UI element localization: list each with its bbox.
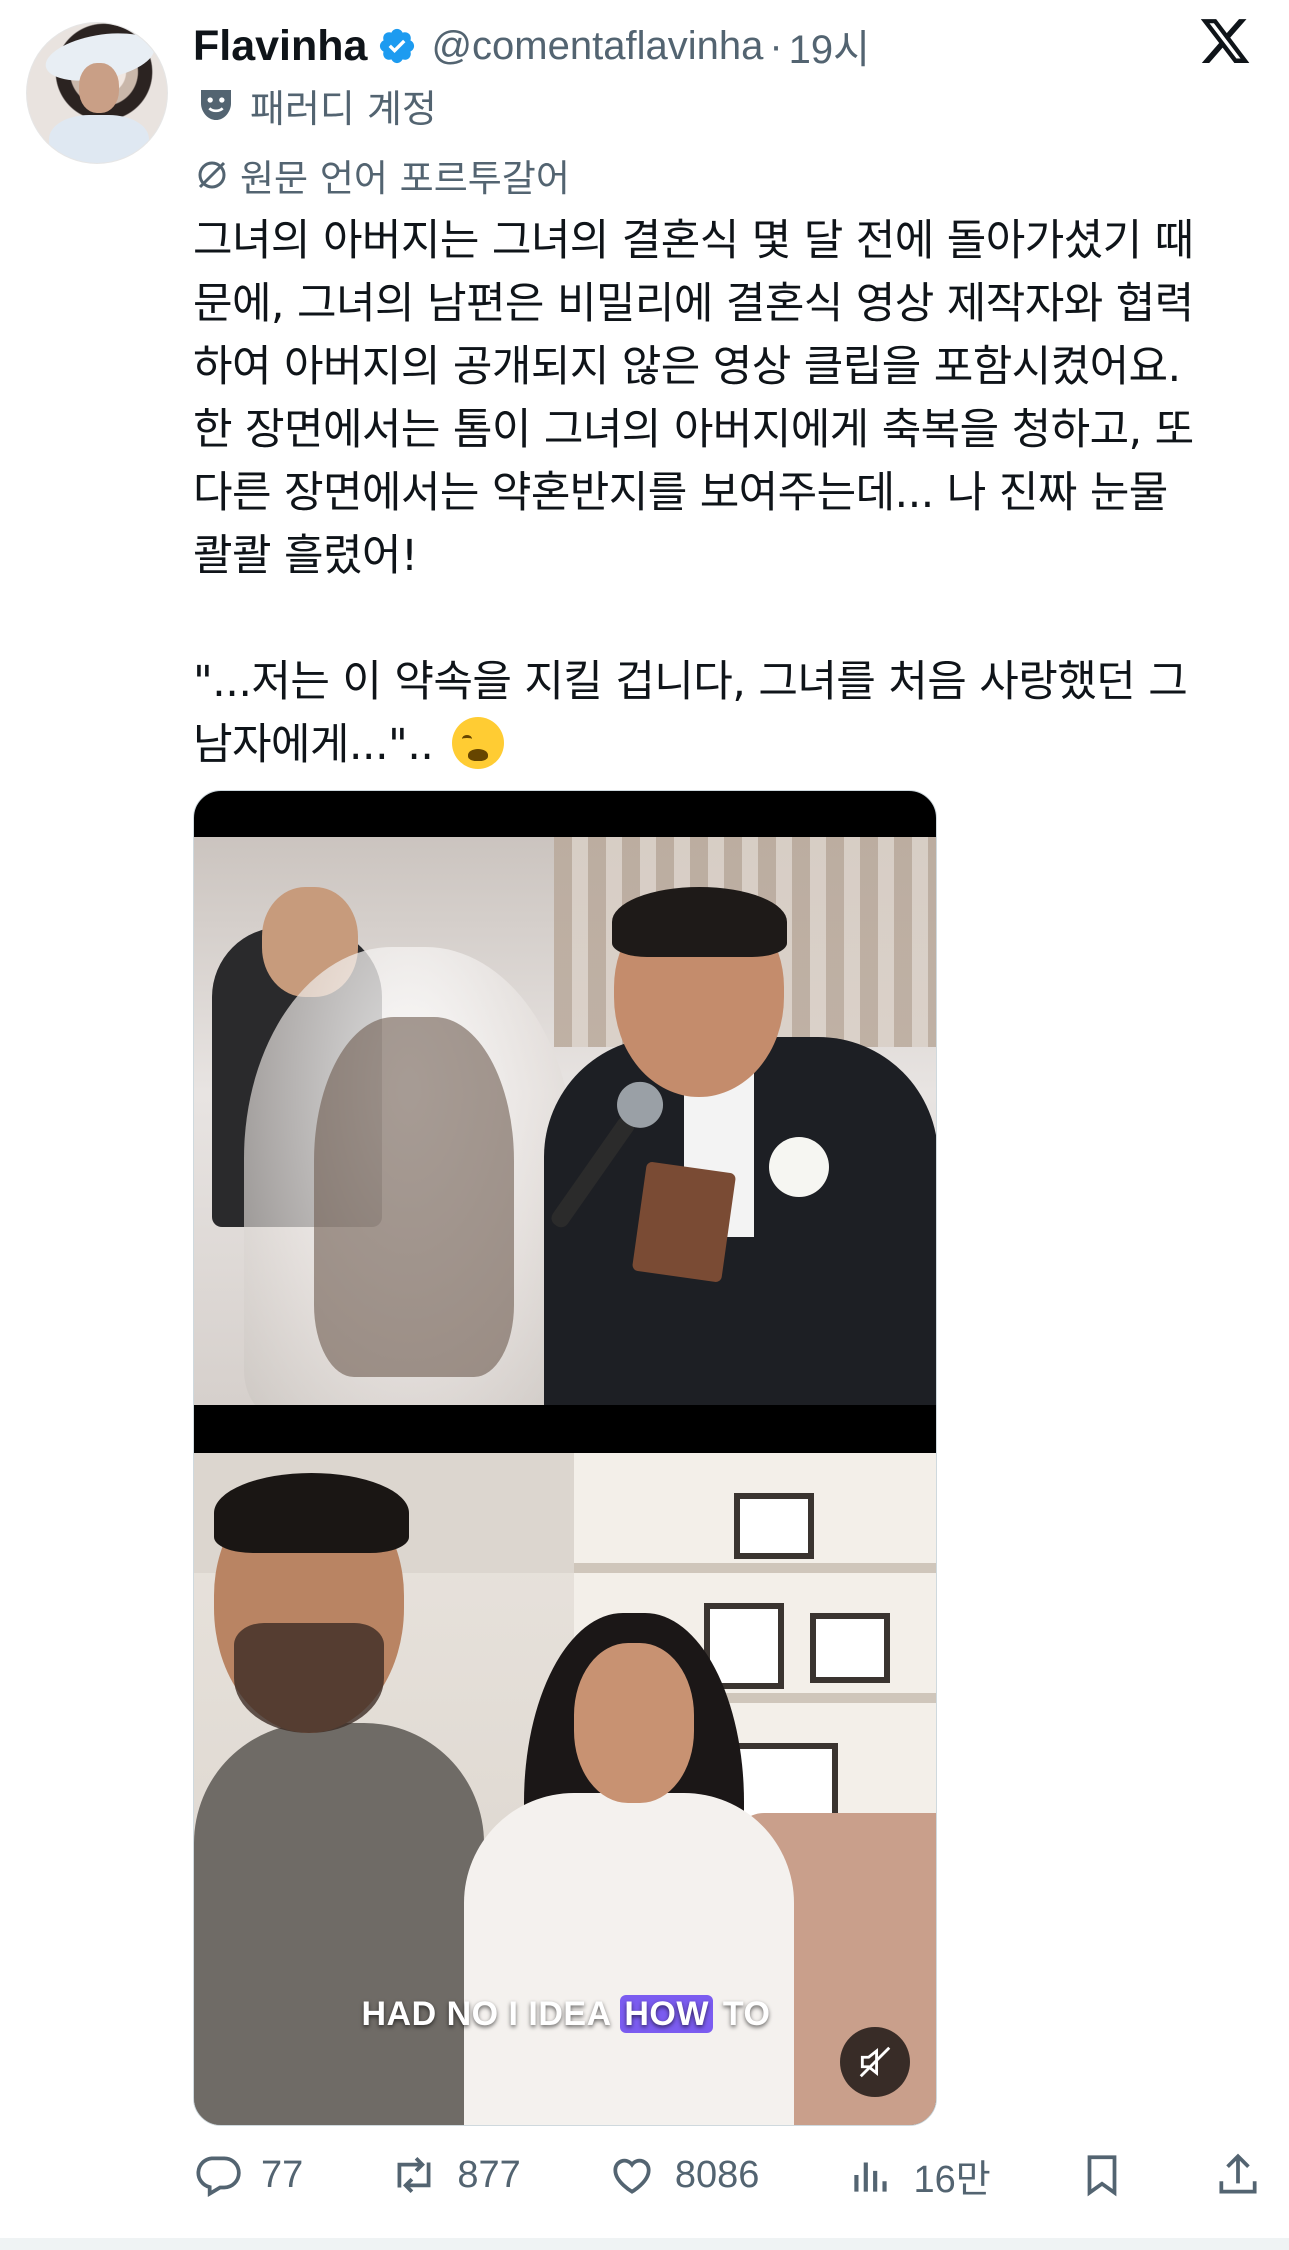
separator-dot: · (769, 23, 783, 68)
video-caption: HAD NO I IDEA HOW TO (194, 1995, 936, 2034)
repost-button[interactable]: 877 (389, 2150, 521, 2200)
original-language-text: 원문 언어 포르투갈어 (240, 157, 570, 200)
tweet-body: 그녀의 아버지는 그녀의 결혼식 몇 달 전에 돌아가셨기 때 문에, 그녀의 … (193, 216, 1194, 770)
avatar[interactable] (26, 22, 168, 164)
reply-count: 77 (261, 2153, 304, 2196)
like-button[interactable]: 8086 (607, 2150, 760, 2200)
bookmark-icon (1087, 2155, 1117, 2197)
x-logo-icon[interactable] (1198, 14, 1252, 68)
author-row: Flavinha @comentaflavinha · 19시 (193, 18, 870, 74)
verified-badge-icon (380, 28, 415, 64)
share-button[interactable] (1213, 2150, 1263, 2200)
repost-icon (397, 2157, 431, 2193)
translate-slash-icon (198, 161, 226, 189)
scene-man-hair (214, 1473, 409, 1553)
reply-button[interactable]: 77 (193, 2150, 303, 2200)
views-button[interactable]: 16만 (846, 2148, 991, 2203)
video-player[interactable]: HAD NO I IDEA HOW TO (193, 790, 937, 2126)
scene-boutonniere (769, 1137, 829, 1197)
scene-woman-face (574, 1643, 694, 1803)
post-time[interactable]: 19시 (789, 17, 870, 75)
mute-button[interactable] (840, 2027, 910, 2097)
parody-account-label: 패러디 계정 (196, 80, 437, 131)
loudly-crying-face-icon (452, 717, 505, 769)
scene-groom-hair (612, 887, 787, 957)
shelf-board (574, 1563, 936, 1573)
divider (0, 2238, 1289, 2250)
author-handle[interactable]: @comentaflavinha (431, 24, 763, 69)
scene-vow-book (631, 1161, 737, 1283)
photo-frame (734, 1493, 814, 1559)
avatar-face (79, 63, 119, 113)
view-count: 16만 (913, 2158, 991, 2201)
author-display-name[interactable]: Flavinha (193, 22, 367, 71)
video-frame-wedding (194, 837, 936, 1405)
views-chart-icon (853, 2162, 887, 2192)
caption-text-end: TO (712, 1995, 771, 2033)
parody-label-text: 패러디 계정 (250, 86, 437, 131)
tweet-text: 그녀의 아버지는 그녀의 결혼식 몇 달 전에 돌아가셨기 때 문에, 그녀의 … (193, 210, 1273, 777)
bookmark-button[interactable] (1077, 2150, 1127, 2200)
speaker-muted-icon (859, 2046, 891, 2078)
action-bar: 77 877 8086 16만 (193, 2140, 1263, 2210)
photo-frame (810, 1613, 890, 1683)
repost-count: 877 (457, 2153, 521, 2196)
scene-man-beard (234, 1623, 384, 1733)
like-count: 8086 (674, 2153, 760, 2196)
scene-woman-body (464, 1793, 794, 2125)
heart-icon (613, 2158, 651, 2194)
translation-label[interactable]: 원문 언어 포르투갈어 (194, 150, 570, 200)
scene-bride-hair (314, 1017, 514, 1377)
avatar-dress (49, 115, 149, 163)
share-icon (1219, 2153, 1257, 2194)
reply-icon (196, 2156, 241, 2198)
caption-highlight: HOW (620, 1995, 713, 2033)
scene-man-body (194, 1723, 484, 2125)
caption-text: HAD NO I IDEA (361, 1995, 621, 2033)
theater-mask-icon (201, 90, 231, 120)
